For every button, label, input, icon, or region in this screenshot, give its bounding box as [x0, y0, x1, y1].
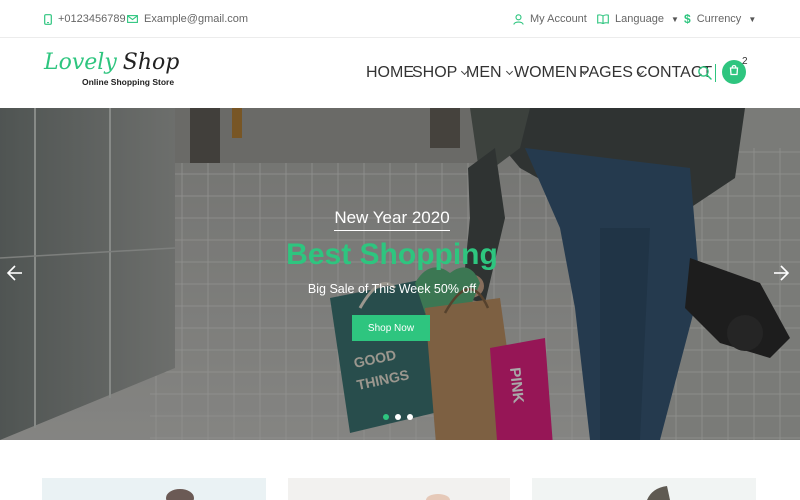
hero-subtitle: Big Sale of This Week 50% off — [307, 282, 477, 296]
logo-word-lovely: Lovely — [44, 50, 117, 75]
category-card[interactable] — [532, 478, 756, 500]
currency-label: Currency — [696, 13, 742, 25]
category-card[interactable] — [288, 478, 510, 500]
nav-pages[interactable]: PAGES — [579, 38, 644, 108]
caret-down-icon: ▼ — [748, 14, 757, 24]
cart-icon — [728, 63, 740, 81]
book-icon — [597, 14, 609, 24]
slider-next-arrow-icon[interactable] — [772, 264, 790, 282]
my-account-link[interactable]: My Account — [513, 0, 587, 38]
logo-word-shop: Shop — [122, 50, 180, 75]
logo-tagline: Online Shopping Store — [82, 77, 175, 87]
hero-title: Best Shopping — [286, 238, 498, 271]
nav-shop[interactable]: SHOP — [412, 38, 469, 108]
top-bar: +0123456789 Example@gmail.com My Account… — [0, 0, 800, 38]
nav-home[interactable]: HOME — [366, 38, 414, 108]
phone-contact[interactable]: +0123456789 — [44, 0, 126, 38]
slider-dot[interactable] — [395, 414, 401, 420]
nav-women[interactable]: WOMEN — [514, 38, 589, 108]
search-icon[interactable] — [697, 65, 713, 81]
hero-slider: GOOD THINGS PINK New Year 2020 Best Shop… — [0, 108, 800, 440]
currency-selector[interactable]: $ Currency ▼ — [684, 0, 756, 38]
envelope-icon — [127, 15, 138, 23]
nav-men[interactable]: MEN — [466, 38, 513, 108]
header-divider — [715, 64, 716, 82]
slider-dot[interactable] — [407, 414, 413, 420]
dollar-icon: $ — [684, 12, 691, 26]
cart-count-badge: 2 — [742, 56, 748, 67]
user-icon — [513, 13, 524, 25]
phone-number: +0123456789 — [58, 13, 126, 25]
phone-icon — [44, 13, 52, 25]
my-account-label: My Account — [530, 13, 587, 25]
shop-now-button[interactable]: Shop Now — [352, 315, 430, 341]
email-address: Example@gmail.com — [144, 13, 249, 25]
slider-pagination — [383, 414, 413, 420]
email-contact[interactable]: Example@gmail.com — [127, 0, 248, 38]
language-label: Language — [615, 13, 664, 25]
site-header: Lovely Shop Online Shopping Store HOME SH… — [0, 38, 800, 108]
hero-overlay — [0, 108, 800, 440]
language-selector[interactable]: Language ▼ — [597, 0, 679, 38]
chevron-down-icon — [505, 67, 513, 76]
caret-down-icon: ▼ — [670, 14, 679, 24]
hero-pretitle: New Year 2020 — [0, 208, 784, 231]
slider-prev-arrow-icon[interactable] — [6, 264, 24, 282]
slider-dot[interactable] — [383, 414, 389, 420]
category-cards — [0, 440, 800, 500]
site-logo[interactable]: Lovely Shop Online Shopping Store — [44, 50, 184, 98]
category-card[interactable] — [42, 478, 266, 500]
